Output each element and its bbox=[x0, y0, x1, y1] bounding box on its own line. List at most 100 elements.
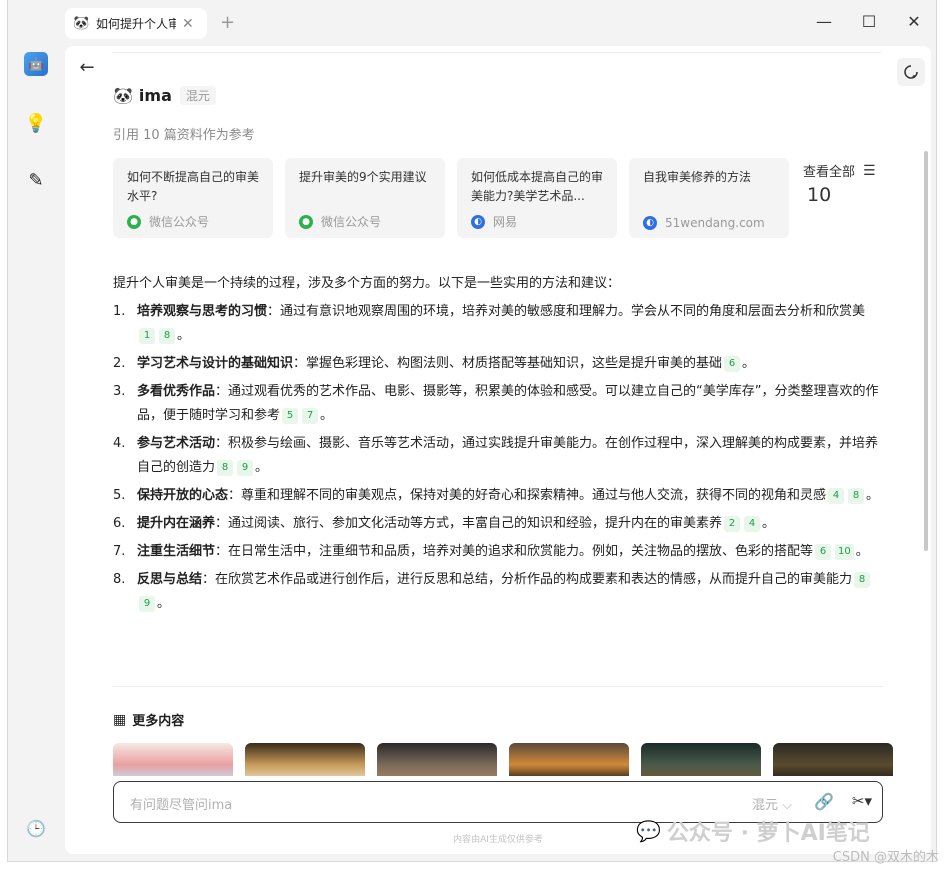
reference-source: ◐ 网易 bbox=[471, 213, 517, 230]
assistant-header: 🐼 ima 混元 bbox=[113, 86, 216, 105]
list-icon: ☰ bbox=[863, 162, 876, 179]
answer-text: 提升个人审美是一个持续的过程，涉及多个方面的努力。以下是一些实用的方法和建议： … bbox=[113, 272, 883, 620]
thumbnail-image[interactable] bbox=[773, 743, 893, 776]
chat-scroll-area[interactable]: ← 🐼 ima 混元 引用 10 篇资料作为参考 如何不断提高自己的审美水平? … bbox=[65, 46, 931, 776]
list-number: 6. bbox=[113, 516, 126, 531]
sentence-end: 。 bbox=[177, 328, 191, 343]
list-item-text: 反思与总结：在欣赏艺术作品或进行创作后，进行反思和总结，分析作品的构成要素和表达… bbox=[137, 568, 883, 616]
citation-badge[interactable]: 8 bbox=[159, 327, 175, 344]
list-item-title: 学习艺术与设计的基础知识 bbox=[137, 356, 294, 371]
list-item-title: 提升内在涵养 bbox=[137, 516, 216, 531]
list-item-body: ：掌握色彩理论、构图法则、材质搭配等基础知识，这些是提升审美的基础 bbox=[293, 356, 723, 371]
citation-badge[interactable]: 1 bbox=[139, 327, 155, 344]
reference-card[interactable]: 如何不断提高自己的审美水平? ● 微信公众号 bbox=[113, 158, 273, 238]
reference-source: ◐ 51wendang.com bbox=[643, 216, 765, 230]
list-number: 7. bbox=[113, 544, 126, 559]
new-chat-button[interactable] bbox=[897, 58, 925, 86]
view-all-label: 查看全部 bbox=[803, 165, 856, 180]
maximize-button[interactable]: ☐ bbox=[859, 12, 879, 31]
list-number: 5. bbox=[113, 488, 126, 503]
citation-badge[interactable]: 6 bbox=[724, 355, 741, 372]
reference-cards: 如何不断提高自己的审美水平? ● 微信公众号 提升审美的9个实用建议 ● 微信公… bbox=[113, 158, 789, 238]
list-number: 1. bbox=[113, 304, 126, 319]
more-content-title: 更多内容 bbox=[132, 714, 185, 729]
add-tab-icon[interactable]: + bbox=[220, 12, 235, 33]
reference-card-title: 如何不断提高自己的审美水平? bbox=[127, 170, 259, 203]
model-badge: 混元 bbox=[179, 86, 216, 105]
reference-source: ● 微信公众号 bbox=[299, 213, 381, 230]
citation-badge[interactable]: 8 bbox=[854, 571, 871, 588]
thumbnail-image[interactable] bbox=[641, 743, 761, 776]
csdn-watermark: CSDN @双木的木 bbox=[832, 850, 939, 865]
scrollbar[interactable] bbox=[924, 151, 928, 551]
reference-card-title: 如何低成本提高自己的审美能力?美学艺术品... bbox=[471, 170, 603, 203]
sentence-end: 。 bbox=[866, 488, 880, 503]
list-item-text: 提升内在涵养：通过阅读、旅行、参加文化活动等方式，丰富自己的知识和经验，提升内在… bbox=[137, 512, 883, 536]
minimize-button[interactable]: — bbox=[814, 12, 834, 31]
model-selector[interactable]: 混元 ⌵ bbox=[752, 794, 792, 813]
list-item-title: 反思与总结 bbox=[137, 572, 203, 587]
tab-current[interactable]: 🐼 如何提升个人审美 ✕ bbox=[65, 8, 207, 39]
list-number: 2. bbox=[113, 356, 126, 371]
list-item-text: 保持开放的心态：尊重和理解不同的审美观点，保持对美的好奇心和探索精神。通过与他人… bbox=[137, 484, 883, 508]
view-all-references[interactable]: 查看全部 ☰ 10 bbox=[803, 161, 876, 207]
answer-list-item: 4. 参与艺术活动：积极参与绘画、摄影、音乐等艺术活动，通过实践提升审美能力。在创… bbox=[113, 432, 883, 480]
wechat-icon: 💬 bbox=[636, 819, 661, 843]
citation-badge[interactable]: 8 bbox=[848, 487, 865, 504]
lightbulb-icon[interactable]: 💡 bbox=[24, 111, 48, 135]
answer-list-item: 2. 学习艺术与设计的基础知识：掌握色彩理论、构图法则、材质搭配等基础知识，这些是… bbox=[113, 352, 883, 376]
citation-badge[interactable]: 4 bbox=[744, 515, 761, 532]
list-item-body: ：在日常生活中，注重细节和品质，培养对美的追求和欣赏能力。例如，关注物品的摆放、… bbox=[215, 544, 814, 559]
thumbnail-image[interactable] bbox=[377, 743, 497, 776]
sentence-end: 。 bbox=[855, 544, 869, 559]
list-item-text: 培养观察与思考的习惯：通过有意识地观察周围的环境，培养对美的敏感度和理解力。学会… bbox=[137, 300, 883, 348]
more-content-heading: ▦ 更多内容 bbox=[113, 710, 185, 730]
citation-badge[interactable]: 2 bbox=[724, 515, 741, 532]
chat-input-placeholder: 有问题尽管问ima bbox=[130, 798, 233, 813]
list-item-text: 多看优秀作品：通过观看优秀的艺术作品、电影、摄影等，积累美的体验和感受。可以建立… bbox=[137, 380, 883, 428]
list-item-title: 多看优秀作品 bbox=[137, 384, 216, 399]
list-number: 8. bbox=[113, 572, 126, 587]
citation-badge[interactable]: 6 bbox=[815, 543, 832, 560]
sentence-end: 。 bbox=[157, 596, 171, 611]
scissors-icon[interactable]: ✂▾ bbox=[852, 792, 872, 810]
edit-icon[interactable]: ✎ bbox=[24, 168, 48, 192]
grid-icon: ▦ bbox=[113, 711, 127, 728]
list-item-body: ：在欣赏艺术作品或进行创作后，进行反思和总结，分析作品的构成要素和表达的情感，从… bbox=[202, 572, 853, 587]
reference-card-title: 提升审美的9个实用建议 bbox=[299, 170, 427, 184]
citation-badge[interactable]: 9 bbox=[139, 595, 155, 612]
reference-source-name: 微信公众号 bbox=[149, 215, 210, 229]
answer-list-item: 6. 提升内在涵养：通过阅读、旅行、参加文化活动等方式，丰富自己的知识和经验，提升… bbox=[113, 512, 883, 536]
reference-source-name: 51wendang.com bbox=[665, 216, 765, 230]
citation-badge[interactable]: 7 bbox=[302, 407, 319, 424]
list-number: 3. bbox=[113, 384, 126, 399]
thumbnail-image[interactable] bbox=[245, 743, 365, 776]
answer-intro: 提升个人审美是一个持续的过程，涉及多个方面的努力。以下是一些实用的方法和建议： bbox=[113, 276, 621, 291]
citation-badge[interactable]: 8 bbox=[217, 459, 234, 476]
citation-badge[interactable]: 10 bbox=[835, 543, 854, 560]
reference-card[interactable]: 提升审美的9个实用建议 ● 微信公众号 bbox=[285, 158, 445, 238]
back-button[interactable]: ← bbox=[75, 56, 99, 80]
list-number: 4. bbox=[113, 436, 126, 451]
list-item-text: 学习艺术与设计的基础知识：掌握色彩理论、构图法则、材质搭配等基础知识，这些是提升… bbox=[137, 352, 883, 376]
avatar[interactable]: 🤖 bbox=[24, 52, 48, 76]
view-all-count: 10 bbox=[807, 184, 832, 206]
attach-icon[interactable]: 🔗 bbox=[814, 792, 834, 811]
citation-badge[interactable]: 4 bbox=[828, 487, 845, 504]
answer-list-item: 7. 注重生活细节：在日常生活中，注重细节和品质，培养对美的追求和欣赏能力。例如，… bbox=[113, 540, 883, 564]
reference-card[interactable]: 如何低成本提高自己的审美能力?美学艺术品... ◐ 网易 bbox=[457, 158, 617, 238]
app-window: 🐼 如何提升个人审美 ✕ + — ☐ ✕ 🤖 💡 ✎ 🕒 ← 🐼 ima bbox=[7, 0, 937, 862]
history-icon[interactable]: 🕒 bbox=[24, 816, 48, 840]
reference-count: 引用 10 篇资料作为参考 bbox=[113, 128, 255, 143]
citation-badge[interactable]: 5 bbox=[282, 407, 299, 424]
citation-badge[interactable]: 9 bbox=[237, 459, 254, 476]
close-icon[interactable]: ✕ bbox=[182, 16, 194, 32]
thumbnail-image[interactable] bbox=[113, 743, 233, 776]
list-item-body: ：通过观看优秀的艺术作品、电影、摄影等，积累美的体验和感受。可以建立自己的“美学… bbox=[137, 384, 879, 423]
thumbnail-image[interactable] bbox=[509, 743, 629, 776]
reference-card[interactable]: 自我审美修养的方法 ◐ 51wendang.com bbox=[629, 158, 789, 238]
close-window-button[interactable]: ✕ bbox=[904, 12, 924, 31]
panda-icon: 🐼 bbox=[113, 86, 133, 105]
wechat-icon: ● bbox=[127, 214, 141, 229]
list-item-text: 参与艺术活动：积极参与绘画、摄影、音乐等艺术活动，通过实践提升审美能力。在创作过… bbox=[137, 432, 883, 480]
